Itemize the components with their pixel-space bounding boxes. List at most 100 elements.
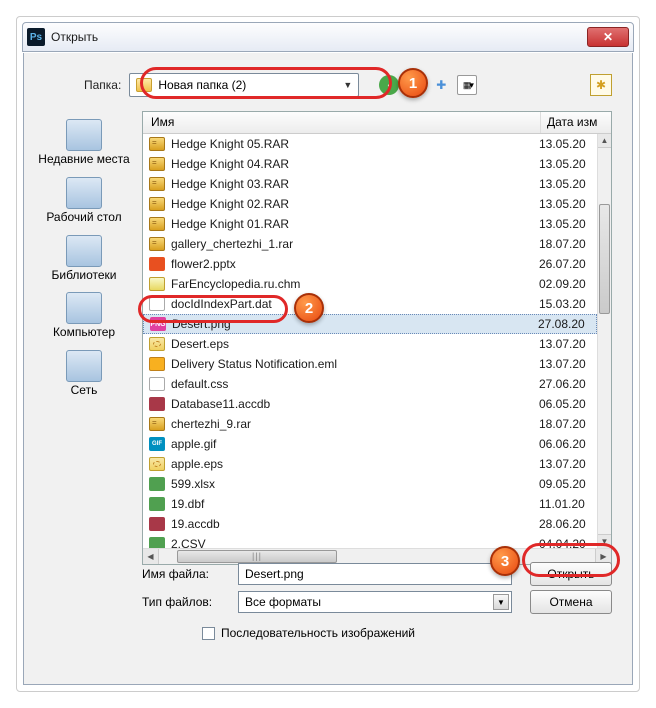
new-folder-icon[interactable]: ✚	[431, 75, 451, 95]
ppt-file-icon	[149, 257, 165, 271]
rar-file-icon	[149, 197, 165, 211]
file-row[interactable]: FarEncyclopedia.ru.chm 02.09.20	[143, 274, 597, 294]
sequence-checkbox[interactable]	[202, 627, 215, 640]
cancel-button[interactable]: Отмена	[530, 590, 612, 614]
accdb-file-icon	[149, 397, 165, 411]
rar-file-icon	[149, 237, 165, 251]
favorite-icon[interactable]: ✱	[590, 74, 612, 96]
scroll-down-icon[interactable]: ▼	[598, 534, 611, 548]
file-date: 11.01.20	[539, 497, 591, 511]
file-name: flower2.pptx	[171, 257, 533, 271]
scroll-up-icon[interactable]: ▲	[598, 134, 611, 148]
column-name[interactable]: Имя	[143, 112, 541, 133]
file-name: Hedge Knight 05.RAR	[171, 137, 533, 151]
rar-file-icon	[149, 177, 165, 191]
cancel-button-label: Отмена	[549, 595, 592, 609]
folder-combo[interactable]: Новая папка (2) ▼	[129, 73, 359, 97]
file-name: FarEncyclopedia.ru.chm	[171, 277, 533, 291]
file-name: Hedge Knight 04.RAR	[171, 157, 533, 171]
file-row[interactable]: Hedge Knight 05.RAR13.05.20	[143, 134, 597, 154]
file-date: 18.07.20	[539, 417, 591, 431]
file-name: Database11.accdb	[171, 397, 533, 411]
photoshop-icon: Ps	[27, 28, 45, 46]
file-row[interactable]: PNGDesert.png27.08.20	[143, 314, 597, 334]
file-name: 2.CSV	[171, 537, 533, 548]
file-row[interactable]: Database11.accdb06.05.20	[143, 394, 597, 414]
file-row[interactable]: Hedge Knight 03.RAR13.05.20	[143, 174, 597, 194]
filetype-combo[interactable]: Все форматы ▼	[238, 591, 512, 613]
window-title: Открыть	[51, 30, 587, 44]
places-item[interactable]: Компьютер	[34, 292, 134, 340]
annotation-badge-3: 3	[490, 546, 520, 576]
file-date: 13.05.20	[539, 157, 591, 171]
back-icon[interactable]: ‹	[379, 75, 399, 95]
file-row[interactable]: 19.accdb28.06.20	[143, 514, 597, 534]
place-label: Компьютер	[53, 326, 115, 340]
folder-label: Папка:	[84, 78, 121, 92]
scroll-thumb[interactable]	[599, 204, 610, 314]
file-name: 19.accdb	[171, 517, 533, 531]
file-date: 06.06.20	[539, 437, 591, 451]
place-label: Недавние места	[38, 153, 129, 167]
places-item[interactable]: Сеть	[34, 350, 134, 398]
file-row[interactable]: docIdIndexPart.dat15.03.20	[143, 294, 597, 314]
dat-file-icon	[149, 297, 165, 311]
file-date: 15.03.20	[539, 297, 591, 311]
file-row[interactable]: gallery_chertezhi_1.rar18.07.20	[143, 234, 597, 254]
file-row[interactable]: Hedge Knight 02.RAR13.05.20	[143, 194, 597, 214]
annotation-badge-1: 1	[398, 68, 428, 98]
filename-input[interactable]: Desert.png	[238, 563, 512, 585]
rar-file-icon	[149, 137, 165, 151]
file-row[interactable]: apple.eps13.07.20	[143, 454, 597, 474]
file-date: 26.07.20	[539, 257, 591, 271]
places-item[interactable]: Рабочий стол	[34, 177, 134, 225]
sequence-row: Последовательность изображений	[142, 626, 612, 640]
view-menu-icon[interactable]: ▦▾	[457, 75, 477, 95]
file-name: Hedge Knight 01.RAR	[171, 217, 533, 231]
close-button[interactable]: ✕	[587, 27, 629, 47]
file-name: Hedge Knight 03.RAR	[171, 177, 533, 191]
annotation-badge-2: 2	[294, 293, 324, 323]
file-row[interactable]: Hedge Knight 01.RAR 13.05.20	[143, 214, 597, 234]
file-name: 19.dbf	[171, 497, 533, 511]
vertical-scrollbar[interactable]: ▲ ▼	[597, 134, 611, 548]
filetype-value: Все форматы	[245, 595, 321, 609]
places-item[interactable]: Библиотеки	[34, 235, 134, 283]
file-date: 02.09.20	[539, 277, 591, 291]
csv-file-icon	[149, 537, 165, 548]
file-row[interactable]: 599.xlsx09.05.20	[143, 474, 597, 494]
filename-value: Desert.png	[245, 567, 304, 581]
file-list: Имя Дата изм Hedge Knight 05.RAR13.05.20…	[142, 111, 612, 565]
file-date: 13.07.20	[539, 337, 591, 351]
css-file-icon	[149, 377, 165, 391]
file-name: default.css	[171, 377, 533, 391]
file-date: 27.08.20	[538, 317, 590, 331]
chevron-down-icon: ▼	[493, 594, 509, 610]
file-row[interactable]: Delivery Status Notification.eml13.07.20	[143, 354, 597, 374]
filetype-row: Тип файлов: Все форматы ▼ Отмена	[142, 588, 612, 616]
file-date: 27.06.20	[539, 377, 591, 391]
file-row[interactable]: default.css 27.06.20	[143, 374, 597, 394]
file-date: 13.05.20	[539, 217, 591, 231]
file-row[interactable]: Hedge Knight 04.RAR 13.05.20	[143, 154, 597, 174]
places-item[interactable]: Недавние места	[34, 119, 134, 167]
folder-row: Папка: Новая папка (2) ▼ ‹ ⇪ ✚ ▦▾ ✱	[84, 71, 612, 99]
open-button[interactable]: Открыть	[530, 562, 612, 586]
place-label: Сеть	[71, 384, 98, 398]
file-row[interactable]: Desert.eps13.07.20	[143, 334, 597, 354]
file-row[interactable]: flower2.pptx 26.07.20	[143, 254, 597, 274]
file-row[interactable]: GIFapple.gif06.06.20	[143, 434, 597, 454]
place-icon	[66, 119, 102, 151]
file-date: 13.07.20	[539, 357, 591, 371]
column-date[interactable]: Дата изм	[541, 112, 611, 133]
close-icon: ✕	[603, 30, 613, 44]
file-name: Hedge Knight 02.RAR	[171, 197, 533, 211]
accdb-file-icon	[149, 517, 165, 531]
place-icon	[66, 292, 102, 324]
place-label: Рабочий стол	[46, 211, 121, 225]
file-row[interactable]: 19.dbf 11.01.20	[143, 494, 597, 514]
dbf-file-icon	[149, 497, 165, 511]
file-row[interactable]: chertezhi_9.rar18.07.20	[143, 414, 597, 434]
file-row[interactable]: 2.CSV04.04.20	[143, 534, 597, 548]
file-date: 13.07.20	[539, 457, 591, 471]
